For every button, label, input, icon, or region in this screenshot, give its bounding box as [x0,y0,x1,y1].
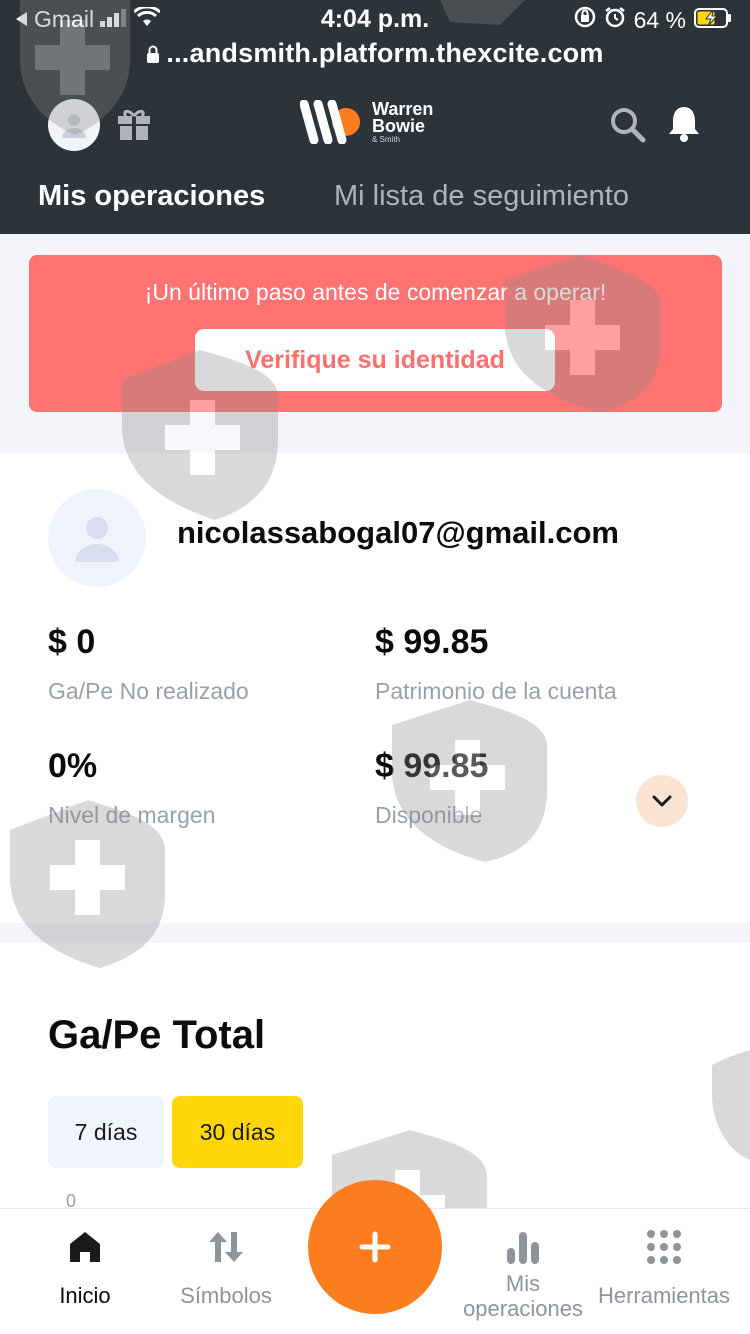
expand-metrics-button[interactable] [636,775,688,827]
margin-level-value: 0% [48,747,98,785]
plus-icon [359,1231,391,1263]
bar-chart-icon [505,1229,541,1265]
unrealized-pnl-value: $ 0 [48,623,96,661]
nav-label-simbolos: Símbolos [180,1283,272,1308]
account-avatar [48,489,146,587]
brand-logo-text: Warren Bowie & Smith [372,100,433,144]
banner-message: ¡Un último paso antes de comenzar a oper… [144,279,607,305]
account-summary-card: nicolassabogal07@gmail.com $ 0 Ga/Pe No … [0,453,750,923]
grid-dots-icon [646,1229,682,1265]
arrows-updown-icon [207,1229,245,1265]
chevron-down-icon [652,795,672,807]
nav-item-inicio[interactable]: Inicio [34,1209,136,1334]
nav-item-mis-operaciones[interactable]: Mis operaciones [448,1209,598,1334]
account-equity-value: $ 99.85 [375,623,489,661]
nav-label-mis-operaciones: Mis operaciones [463,1271,583,1321]
home-icon [68,1229,102,1265]
nav-item-herramientas[interactable]: Herramientas [586,1209,742,1334]
margin-level-label: Nivel de margen [48,802,216,828]
account-email: nicolassabogal07@gmail.com [177,515,619,550]
rotation-lock-icon [574,6,596,34]
unrealized-pnl-label: Ga/Pe No realizado [48,678,249,704]
period-7-days-button[interactable]: 7 días [48,1096,164,1168]
bell-icon[interactable] [667,104,701,147]
brand-logo-icon [300,100,360,144]
url-text: ...andsmith.platform.thexcite.com [166,38,604,68]
search-icon[interactable] [609,106,647,149]
main-content[interactable]: ¡Un último paso antes de comenzar a oper… [0,234,750,1208]
gift-icon[interactable] [116,106,152,147]
new-trade-button[interactable] [308,1180,442,1314]
nav-label-inicio: Inicio [59,1283,111,1308]
account-equity-label: Patrimonio de la cuenta [375,678,617,704]
battery-percent: 64 % [633,6,686,33]
nav-label-herramientas: Herramientas [597,1283,731,1308]
total-pnl-card: Ga/Pe Total 7 días 30 días 0 [0,943,750,1208]
available-value: $ 99.85 [375,747,489,785]
tab-mis-operaciones[interactable]: Mis operaciones [38,180,265,213]
status-right: 64 % [574,6,732,34]
verification-banner: ¡Un último paso antes de comenzar a oper… [29,255,722,412]
nav-item-simbolos[interactable]: Símbolos [166,1209,286,1334]
tab-mi-lista-de-seguimiento[interactable]: Mi lista de seguimiento [334,180,629,213]
battery-charging-icon [694,7,732,34]
lock-icon [146,39,160,70]
alarm-icon [604,6,626,34]
chart-axis-tick: 0 [66,1191,77,1208]
address-bar[interactable]: ...andsmith.platform.thexcite.com [0,38,750,70]
phone-screen: Gmail 4:04 p.m. 64 % ...andsmith.platfor… [0,0,750,1334]
user-icon [75,517,119,562]
logo-line-2: Bowie [372,115,426,136]
available-label: Disponible [375,802,483,828]
profile-avatar[interactable] [48,99,100,151]
period-30-days-button[interactable]: 30 días [172,1096,303,1168]
brand-logo[interactable]: Warren Bowie & Smith [300,100,433,144]
verify-identity-button[interactable]: Verifique su identidad [195,329,555,391]
app-header: Warren Bowie & Smith Mis operaciones Mi … [0,84,750,234]
total-pnl-title: Ga/Pe Total [48,1013,266,1057]
logo-line-3: & Smith [372,134,401,144]
bottom-navigation: Inicio Símbolos Mis operaciones Herramie… [0,1180,750,1334]
user-icon [62,114,86,138]
status-bar: Gmail 4:04 p.m. 64 % ...andsmith.platfor… [0,0,750,84]
